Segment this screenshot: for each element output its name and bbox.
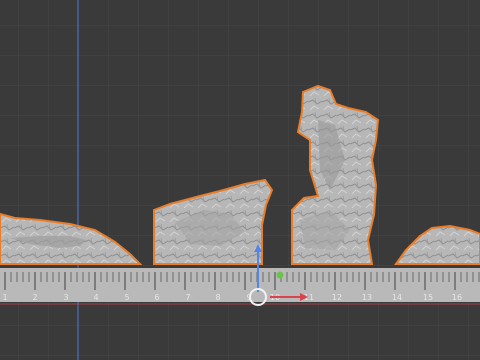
up-arrow-icon[interactable] bbox=[254, 244, 262, 252]
green-dot-icon[interactable] bbox=[276, 271, 284, 279]
right-arrow-icon[interactable] bbox=[300, 293, 308, 301]
transform-gizmo[interactable] bbox=[0, 0, 480, 360]
3d-viewport[interactable]: 1 2 3 4 5 6 7 8 9 10 11 12 13 14 15 16 bbox=[0, 0, 480, 360]
